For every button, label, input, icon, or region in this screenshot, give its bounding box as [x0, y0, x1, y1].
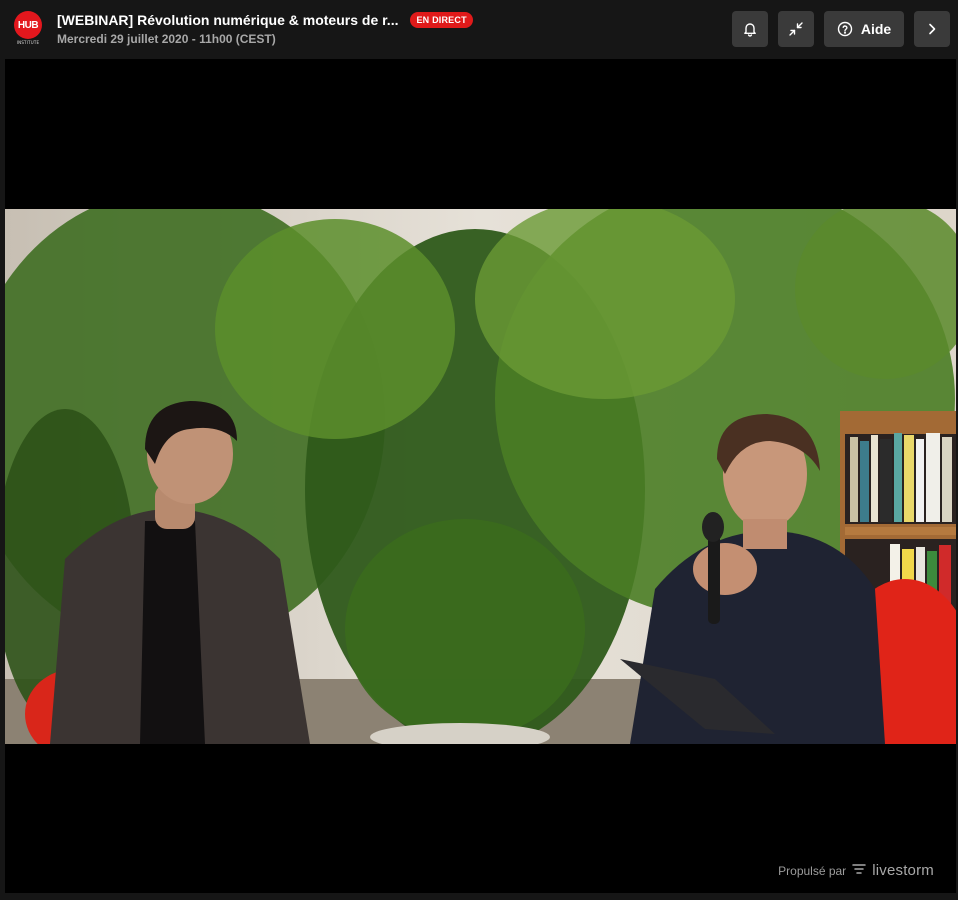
event-date: Mercredi 29 juillet 2020 - 11h00 (CEST): [57, 32, 276, 46]
minimize-button[interactable]: [778, 11, 814, 47]
powered-by-label: Propulsé par: [778, 863, 847, 878]
notifications-button[interactable]: [732, 11, 768, 47]
video-player[interactable]: Propulsé par livestorm: [5, 59, 956, 893]
question-circle-icon: [837, 21, 853, 37]
next-panel-button[interactable]: [914, 11, 950, 47]
livestorm-brand: livestorm: [872, 862, 934, 879]
chevron-right-icon: [924, 21, 940, 37]
video-frame-image: [5, 209, 956, 744]
help-button[interactable]: Aide: [824, 11, 904, 47]
title-row: [WEBINAR] Révolution numérique & moteurs…: [57, 11, 473, 29]
hub-institute-logo: HUB INSTITUTE: [14, 11, 42, 47]
livestorm-logo-icon: [852, 863, 866, 878]
live-badge: EN DIRECT: [410, 12, 473, 28]
powered-by[interactable]: Propulsé par livestorm: [778, 862, 934, 879]
logo-subtext: INSTITUTE: [16, 40, 40, 45]
top-bar: HUB INSTITUTE [WEBINAR] Révolution numér…: [0, 0, 958, 58]
logo-badge: HUB: [14, 11, 42, 39]
bell-icon: [742, 21, 758, 37]
event-title: [WEBINAR] Révolution numérique & moteurs…: [57, 12, 399, 28]
help-label: Aide: [860, 21, 892, 37]
collapse-arrows-icon: [788, 21, 804, 37]
live-video-feed: [5, 209, 956, 744]
